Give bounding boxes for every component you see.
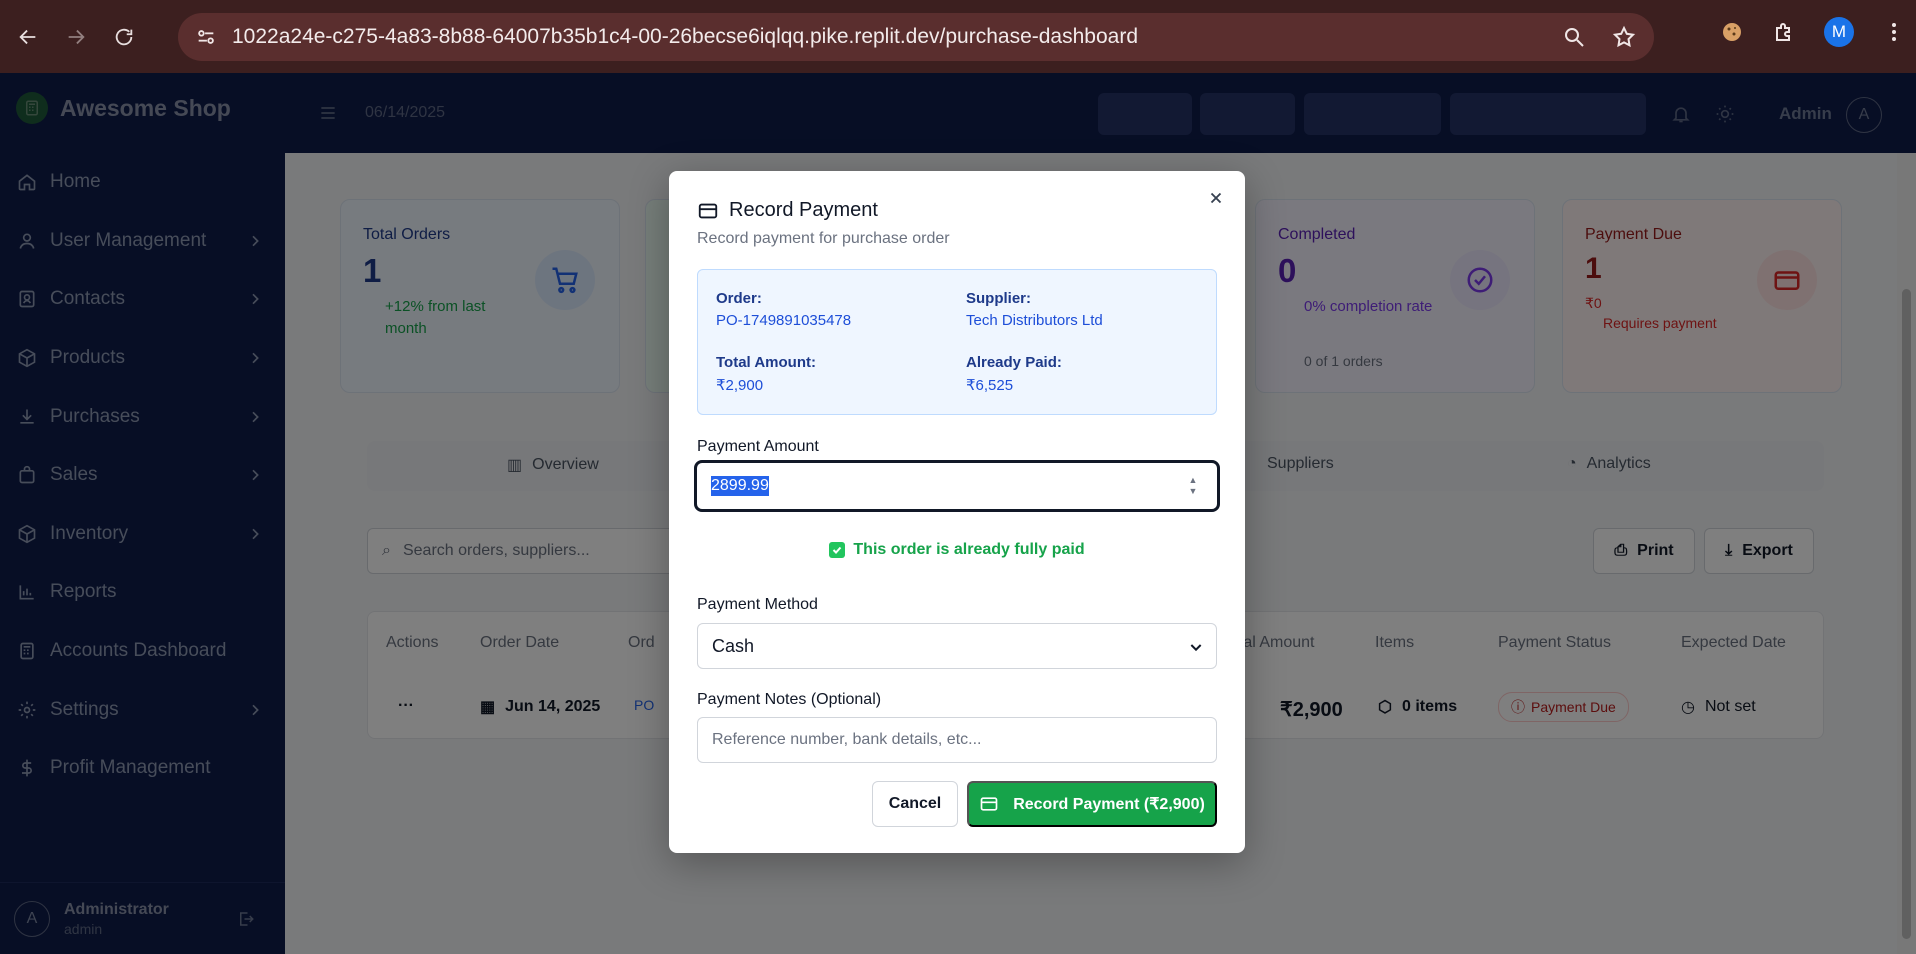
payment-notes-label: Payment Notes (Optional): [697, 691, 882, 708]
extensions-puzzle-icon[interactable]: [1772, 20, 1796, 44]
order-label: Order:: [716, 290, 762, 307]
site-settings-icon[interactable]: [192, 23, 220, 51]
close-icon[interactable]: [1207, 189, 1225, 207]
order-summary: Order: PO-1749891035478 Supplier: Tech D…: [697, 269, 1217, 415]
check-icon: [829, 542, 846, 558]
supplier-value: Tech Distributors Ltd: [966, 312, 1103, 329]
payment-method-select[interactable]: Cash: [697, 623, 1217, 669]
record-payment-dialog: Record Payment Record payment for purcha…: [669, 171, 1245, 853]
number-stepper-icon[interactable]: ▲ ▼: [1187, 475, 1199, 497]
fully-paid-notice: This order is already fully paid: [669, 541, 1245, 559]
browser-chrome: 1022a24e-c275-4a83-8b88-64007b35b1c4-00-…: [0, 0, 1916, 73]
total-amount-label: Total Amount:: [716, 354, 816, 371]
profile-avatar[interactable]: M: [1824, 17, 1854, 47]
total-amount-value: ₹2,900: [716, 377, 764, 394]
credit-card-icon: [698, 203, 718, 218]
cancel-button[interactable]: Cancel: [872, 781, 958, 827]
payment-method-label: Payment Method: [697, 596, 818, 613]
bookmark-star-icon[interactable]: [1612, 25, 1636, 49]
address-bar[interactable]: 1022a24e-c275-4a83-8b88-64007b35b1c4-00-…: [178, 13, 1654, 61]
cookie-extension-icon[interactable]: [1720, 20, 1744, 44]
payment-amount-input[interactable]: 2899.99 ▲ ▼: [694, 460, 1220, 512]
payment-amount-value[interactable]: 2899.99: [711, 476, 769, 496]
chevron-down-icon: [1190, 644, 1202, 652]
order-value: PO-1749891035478: [716, 312, 852, 329]
url-text[interactable]: 1022a24e-c275-4a83-8b88-64007b35b1c4-00-…: [232, 25, 1138, 49]
supplier-label: Supplier:: [966, 290, 1032, 307]
credit-card-icon: [980, 797, 998, 811]
dialog-description: Record payment for purchase order: [697, 230, 950, 247]
record-payment-button[interactable]: Record Payment (₹2,900): [967, 781, 1217, 827]
already-paid-value: ₹6,525: [966, 377, 1014, 394]
already-paid-label: Already Paid:: [966, 354, 1062, 371]
payment-amount-label: Payment Amount: [697, 438, 819, 455]
zoom-icon[interactable]: [1562, 25, 1586, 49]
reload-icon[interactable]: [104, 17, 144, 57]
payment-notes-input[interactable]: Reference number, bank details, etc...: [697, 717, 1217, 763]
dialog-title: Record Payment: [729, 199, 878, 221]
forward-arrow-icon[interactable]: [56, 17, 96, 57]
kebab-menu-icon[interactable]: [1882, 20, 1906, 44]
back-arrow-icon[interactable]: [8, 17, 48, 57]
